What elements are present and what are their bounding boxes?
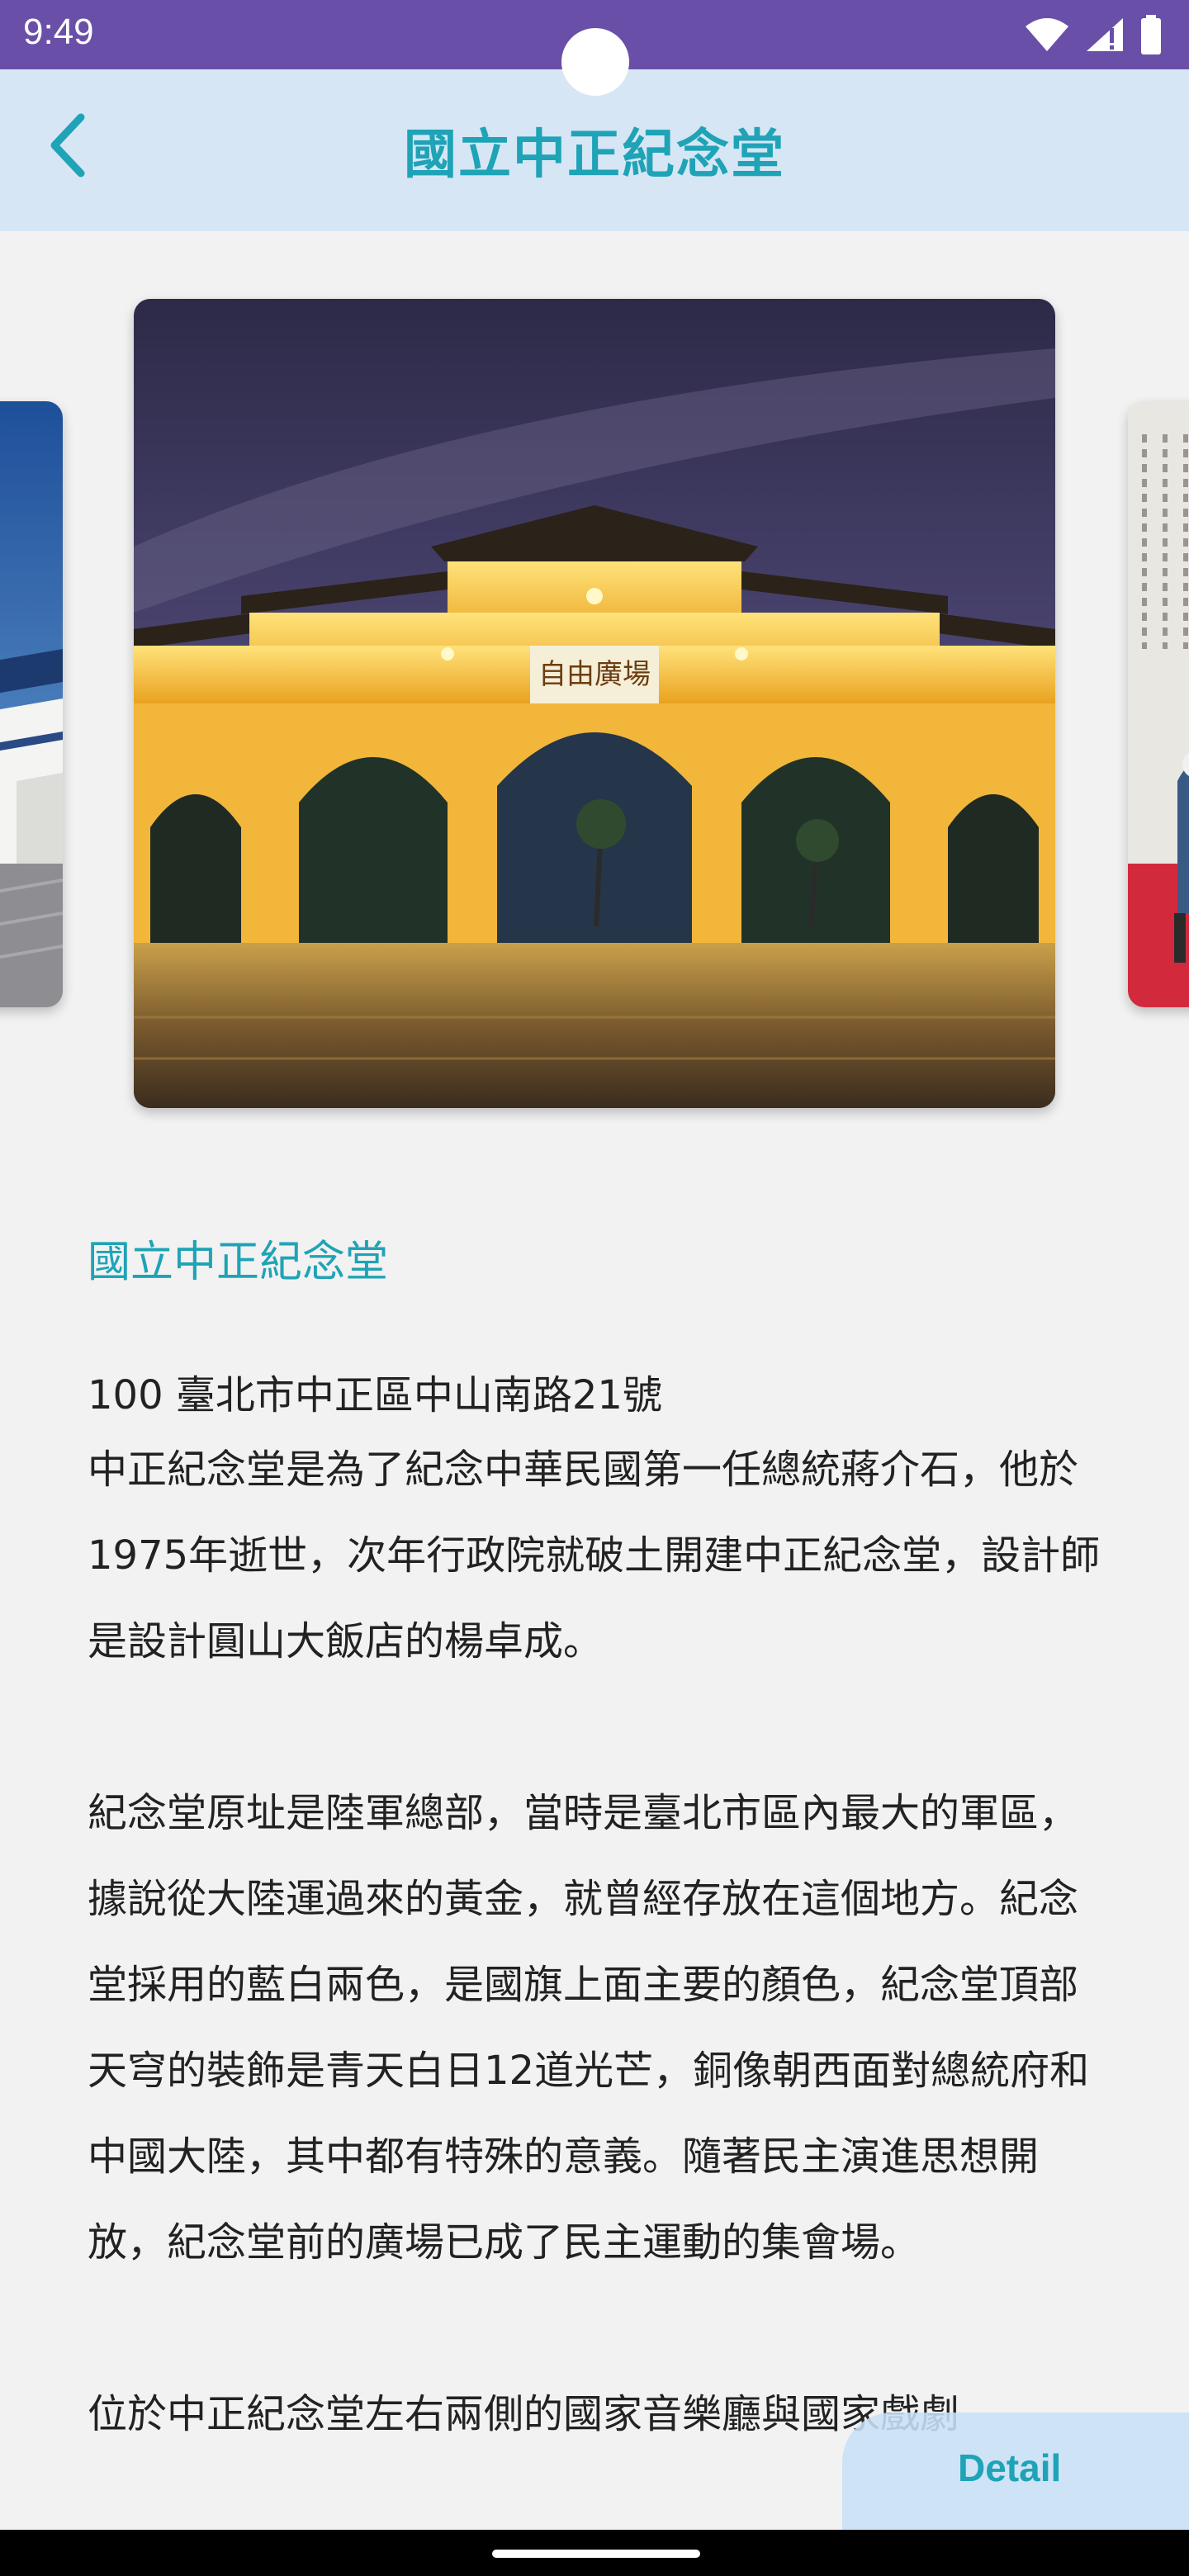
status-icons <box>1024 15 1163 54</box>
address: 100 臺北市中正區中山南路21號 <box>88 1372 662 1418</box>
carousel-image-current[interactable]: 自由廣場 <box>134 299 1055 1108</box>
navigation-bar <box>0 2530 1189 2576</box>
description-paragraph: 中正紀念堂是為了紀念中華民國第一任總統蔣介石，他於1975年逝世，次年行政院就破… <box>88 1447 1101 1664</box>
description-paragraph: 紀念堂原址是陸軍總部，當時是臺北市區內最大的軍區，據說從大陸運過來的黃金，就曾經… <box>88 1790 1090 2266</box>
svg-text:自由廣場: 自由廣場 <box>538 658 651 691</box>
place-name: 國立中正紀念堂 <box>88 1238 389 1287</box>
page-title: 國立中正紀念堂 <box>404 125 785 186</box>
carousel-image-next[interactable] <box>1128 401 1189 1007</box>
front-camera <box>561 28 629 96</box>
signal-icon <box>1085 17 1125 53</box>
battery-icon <box>1139 15 1163 54</box>
status-time: 9:49 <box>23 12 94 52</box>
image-carousel[interactable]: 自由廣場 <box>0 231 1189 1156</box>
description: 中正紀念堂是為了紀念中華民國第一任總統蔣介石，他於1975年逝世，次年行政院就破… <box>88 1427 1111 2543</box>
detail-button-label: Detail <box>958 2446 1062 2489</box>
home-indicator[interactable] <box>492 2550 700 2558</box>
carousel-image-previous[interactable] <box>0 401 63 1007</box>
wifi-icon <box>1024 17 1070 53</box>
